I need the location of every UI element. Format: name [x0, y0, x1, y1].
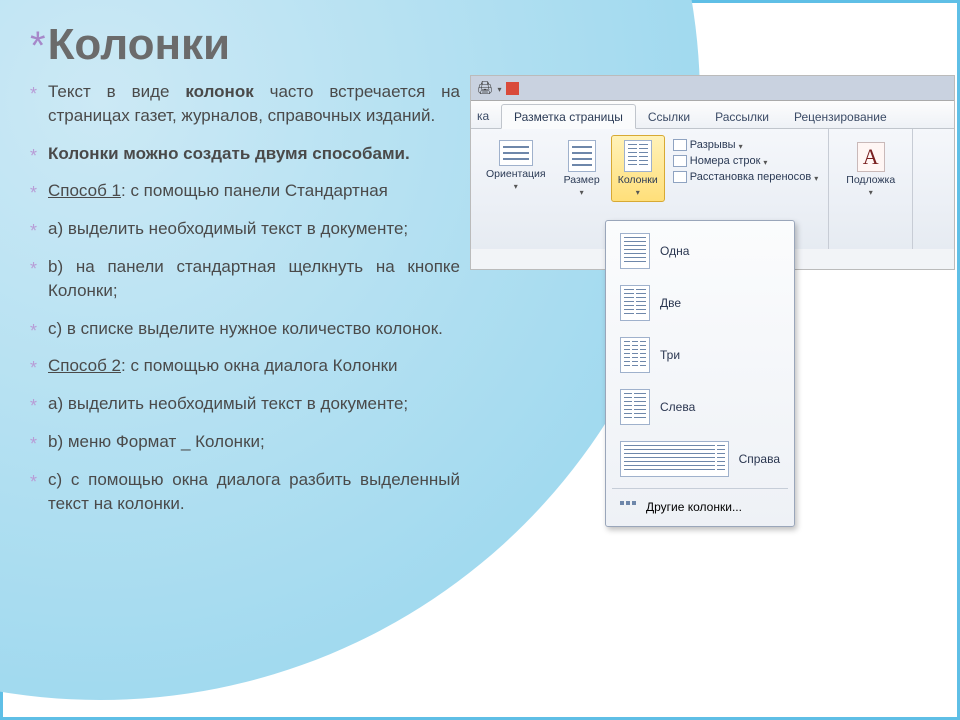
- text-column: * Колонки Текст в виде колонок часто вст…: [30, 20, 470, 700]
- chevron-down-icon: ▾: [514, 182, 518, 191]
- columns-option-three[interactable]: Три: [606, 329, 794, 381]
- quick-access-toolbar: 🖨 ▾: [471, 76, 954, 101]
- size-icon: [568, 140, 596, 172]
- columns-button[interactable]: Колонки ▾: [611, 135, 665, 202]
- columns-option-one[interactable]: Одна: [606, 225, 794, 277]
- screenshot-column: 🖨 ▾ ка Разметка страницы Ссылки Рассылки…: [470, 20, 940, 700]
- slide-title: Колонки: [48, 20, 231, 70]
- left-column-icon: [620, 389, 650, 425]
- line-numbers-icon: [673, 155, 687, 167]
- tab-mailings[interactable]: Рассылки: [703, 105, 782, 128]
- print-preview-icon[interactable]: 🖨: [477, 80, 494, 96]
- columns-option-left[interactable]: Слева: [606, 381, 794, 433]
- list-item: Способ 1: с помощью панели Стандартная: [30, 179, 460, 203]
- list-item: c) в списке выделите нужное количество к…: [30, 317, 460, 341]
- ribbon-tabs: ка Разметка страницы Ссылки Рассылки Рец…: [471, 101, 954, 129]
- tab-page-layout[interactable]: Разметка страницы: [501, 104, 636, 129]
- list-item: a) выделить необходимый текст в документ…: [30, 392, 460, 416]
- columns-option-more[interactable]: Другие колонки...: [606, 492, 794, 522]
- watermark-button[interactable]: A Подложка ▾: [839, 137, 902, 202]
- orientation-icon: [499, 140, 533, 166]
- qat-dropdown-icon[interactable]: ▾: [498, 85, 502, 94]
- size-button[interactable]: Размер ▾: [557, 135, 607, 202]
- list-item: Способ 2: с помощью окна диалога Колонки: [30, 354, 460, 378]
- chevron-down-icon: ▾: [763, 158, 767, 167]
- tab-references[interactable]: Ссылки: [636, 105, 703, 128]
- bullet-list: Текст в виде колонок часто встречается н…: [30, 80, 460, 515]
- list-item: Текст в виде колонок часто встречается н…: [30, 80, 460, 128]
- chevron-down-icon: ▾: [739, 142, 743, 151]
- chevron-down-icon: ▾: [580, 188, 584, 197]
- breaks-button[interactable]: Разрывы ▾: [673, 137, 819, 153]
- list-item: Колонки можно создать двумя способами.: [30, 142, 460, 166]
- slide-content: * Колонки Текст в виде колонок часто вст…: [0, 0, 960, 720]
- breaks-icon: [673, 139, 687, 151]
- list-item: b) на панели стандартная щелкнуть на кно…: [30, 255, 460, 303]
- list-item: a) выделить необходимый текст в документ…: [30, 217, 460, 241]
- one-column-icon: [620, 233, 650, 269]
- hyphenation-icon: [673, 171, 687, 183]
- qat-separator-icon: [506, 82, 519, 95]
- chevron-down-icon: ▾: [636, 188, 640, 197]
- hyphenation-button[interactable]: Расстановка переносов ▾: [673, 169, 819, 185]
- group-page-background: A Подложка ▾: [829, 129, 913, 249]
- columns-icon: [624, 140, 652, 172]
- tab-review[interactable]: Рецензирование: [782, 105, 900, 128]
- three-column-icon: [620, 337, 650, 373]
- chevron-down-icon: ▾: [814, 174, 818, 183]
- line-numbers-button[interactable]: Номера строк ▾: [673, 153, 819, 169]
- list-item: b) меню Формат _ Колонки;: [30, 430, 460, 454]
- columns-dropdown: Одна Две Три Слева Справа Другие колон: [605, 220, 795, 527]
- tab-partial[interactable]: ка: [471, 104, 501, 128]
- columns-option-right[interactable]: Справа: [606, 433, 794, 485]
- columns-option-two[interactable]: Две: [606, 277, 794, 329]
- chevron-down-icon: ▾: [869, 188, 873, 197]
- more-columns-icon: [620, 501, 636, 513]
- title-star-icon: *: [30, 26, 46, 66]
- watermark-icon: A: [857, 142, 885, 172]
- two-column-icon: [620, 285, 650, 321]
- orientation-button[interactable]: Ориентация ▾: [479, 135, 553, 196]
- list-item: c) с помощью окна диалога разбить выделе…: [30, 468, 460, 516]
- dropdown-separator: [612, 488, 788, 489]
- right-column-icon: [620, 441, 729, 477]
